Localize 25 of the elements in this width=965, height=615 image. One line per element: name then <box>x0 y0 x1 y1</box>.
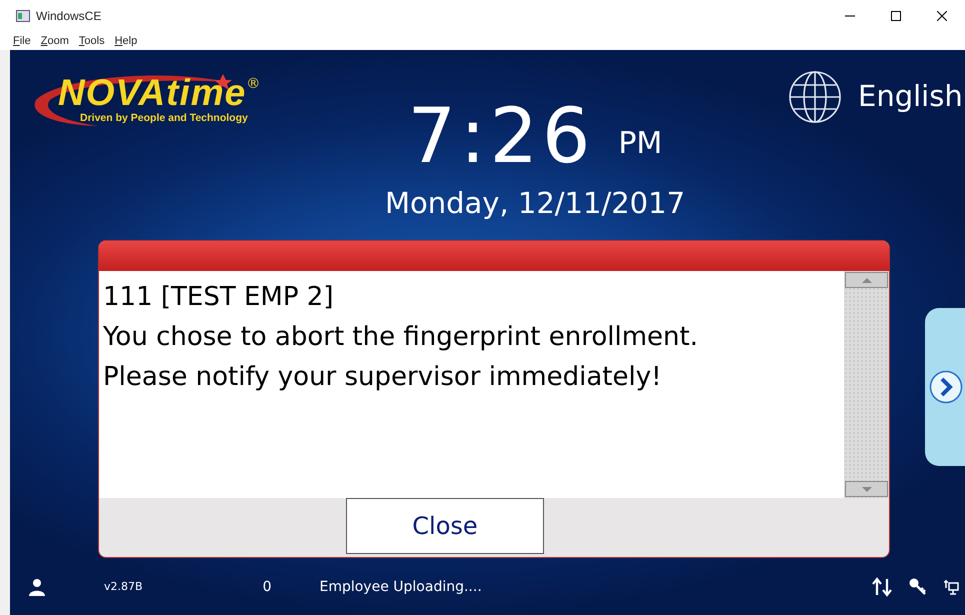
menu-item[interactable]: Tools <box>74 32 110 50</box>
clock-date: Monday, 12/11/2017 <box>384 185 686 222</box>
maximize-icon <box>891 11 901 21</box>
language-button[interactable]: English <box>788 70 963 124</box>
status-text: Employee Uploading.... <box>319 578 482 596</box>
app-icon <box>16 10 30 22</box>
sync-arrows-icon[interactable] <box>871 577 893 597</box>
globe-icon <box>788 70 842 124</box>
key-icon[interactable] <box>909 578 927 596</box>
version-text: v2.87B <box>104 578 143 595</box>
menu-item[interactable]: Help <box>110 32 142 50</box>
message-text: 111 [TEST EMP 2] You chose to abort the fingerprint enrollment. Please notify your supervisor immediately! <box>102 281 699 394</box>
user-icon <box>28 578 46 596</box>
menu-item[interactable]: Zoom <box>36 32 74 50</box>
close-icon <box>937 11 947 21</box>
count-text: 0 <box>262 578 272 596</box>
clock-meridiem: PM <box>618 125 662 163</box>
logo-text: NOVAtime <box>58 74 246 111</box>
logo-tagline: Driven by People and Technology <box>79 111 249 126</box>
registered-mark: ® <box>246 75 260 94</box>
close-dialog-button[interactable]: Close <box>346 498 544 554</box>
network-icon[interactable] <box>943 579 959 595</box>
window-title: WindowsCE <box>36 8 102 25</box>
clock-time: 7:26 <box>408 98 594 174</box>
menu-item[interactable]: File <box>8 32 36 50</box>
